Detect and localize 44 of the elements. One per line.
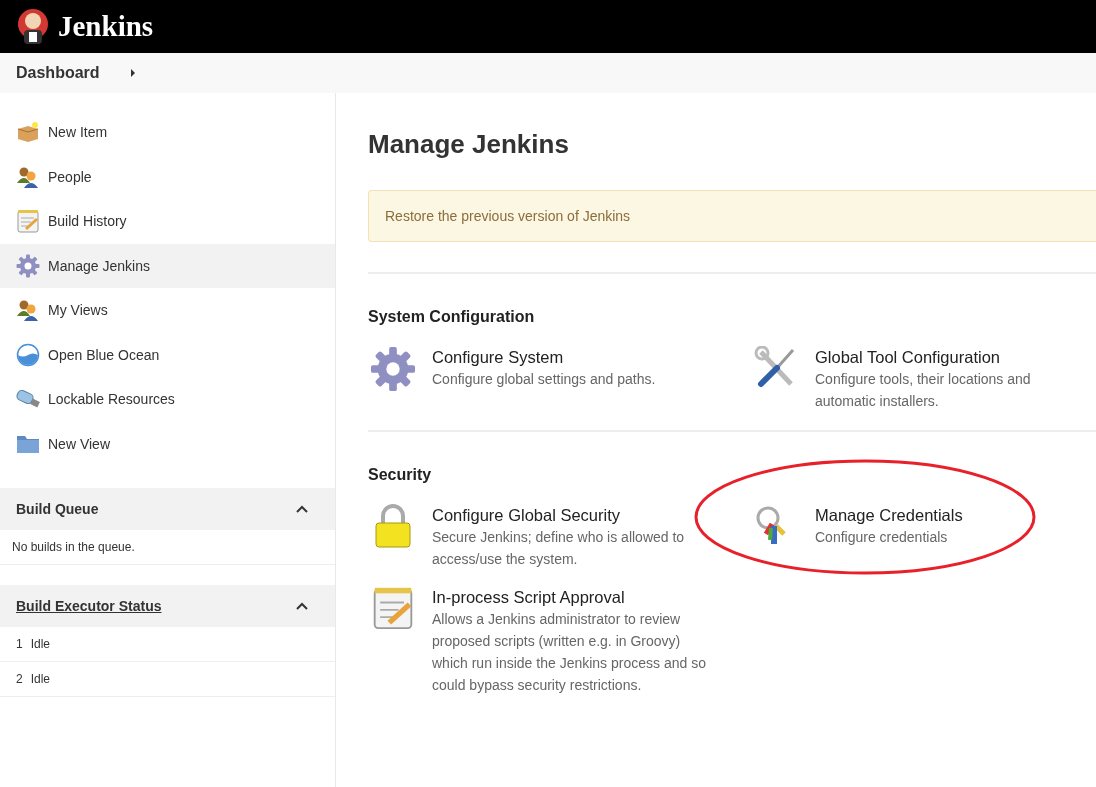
box-icon: [16, 121, 40, 144]
item-description: Configure global settings and paths.: [432, 370, 657, 389]
item-link[interactable]: Manage Credentials: [815, 504, 1095, 526]
notice-text: Restore the previous version of Jenkins: [385, 208, 631, 224]
panel-title: Build Queue: [16, 501, 99, 517]
caret-icon[interactable]: [129, 68, 136, 78]
item-description: Configure tools, their locations and automatic installers.: [815, 370, 1032, 411]
executor-number: 1: [16, 637, 23, 651]
panel-title-link[interactable]: Build Executor Status: [16, 598, 162, 614]
section-title: Security: [368, 466, 433, 484]
section-title: System Configuration: [368, 308, 536, 326]
chevron-icon[interactable]: [296, 505, 308, 513]
folder-icon: [16, 433, 40, 454]
notepad-icon[interactable]: [372, 586, 414, 630]
butler-logo-icon[interactable]: [16, 7, 50, 46]
item-description: Configure credentials: [815, 528, 949, 547]
sidebar-item[interactable]: My Views: [0, 288, 335, 333]
sidebar-item[interactable]: Manage Jenkins: [0, 243, 335, 288]
item-link[interactable]: Configure Global Security: [432, 504, 712, 526]
chevron-icon[interactable]: [296, 602, 308, 610]
item-description: Secure Jenkins; define who is allowed to access/use the system.: [432, 528, 686, 569]
sidebar-item[interactable]: Lockable Resources: [0, 377, 335, 422]
people-icon: [16, 165, 40, 188]
item-link[interactable]: In-process Script Approval: [432, 586, 712, 608]
breadcrumb-link[interactable]: Dashboard: [16, 64, 100, 82]
app-title[interactable]: Jenkins: [58, 10, 154, 43]
item-link[interactable]: Global Tool Configuration: [815, 346, 1095, 368]
people-icon: [16, 299, 40, 322]
item-description: Allows a Jenkins administrator to review proposed scripts (written e.g. in Groovy) which run inside the Jenkins process and so could bypass security restrictions.: [432, 610, 707, 695]
gear-icon: [16, 253, 40, 278]
sidebar-item[interactable]: People: [0, 154, 335, 199]
sidebar-item[interactable]: Build History: [0, 199, 335, 244]
item-link[interactable]: Configure System: [432, 346, 712, 368]
gear-icon[interactable]: [370, 346, 416, 392]
sidebar-item[interactable]: New View: [0, 421, 335, 466]
executor-status: Idle: [30, 637, 51, 651]
ocean-icon: [16, 342, 40, 367]
notepad-icon: [17, 209, 39, 234]
executor-number: 2: [16, 672, 23, 686]
sidebar-item[interactable]: New Item: [0, 110, 335, 155]
page-title: Manage Jenkins: [368, 129, 570, 160]
queue-message: No builds in the queue.: [12, 540, 135, 554]
executor-status: Idle: [30, 672, 51, 686]
sidebar-item[interactable]: Open Blue Ocean: [0, 332, 335, 377]
